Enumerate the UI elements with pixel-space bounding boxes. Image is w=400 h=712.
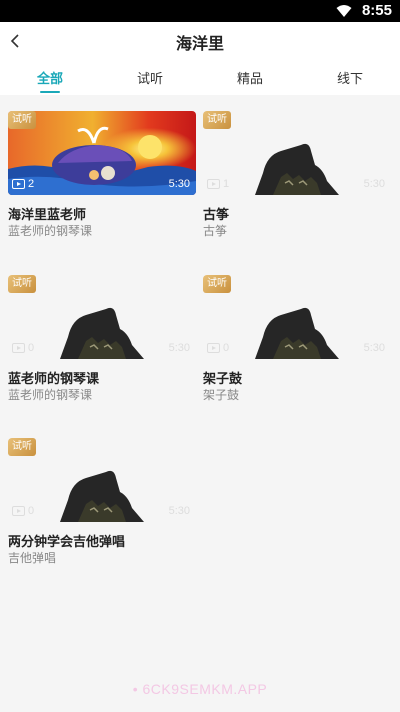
course-card[interactable]: 试听 1 5:30 古筝 古筝 bbox=[203, 111, 391, 271]
trial-badge: 试听 bbox=[8, 438, 36, 456]
video-duration: 5:30 bbox=[363, 342, 385, 354]
tab-offline[interactable]: 线下 bbox=[300, 68, 400, 87]
video-count-value: 0 bbox=[223, 342, 230, 354]
course-subtitle: 古筝 bbox=[203, 224, 228, 238]
course-subtitle: 蓝老师的钢琴课 bbox=[8, 224, 93, 238]
course-card[interactable]: 试听 0 5:30 蓝老师的钢琴课 蓝老师的钢琴课 bbox=[8, 275, 196, 435]
course-card[interactable]: 试听 2 5:30 海洋里蓝老师 蓝老师的钢琴课 bbox=[8, 111, 196, 271]
course-subtitle: 蓝老师的钢琴课 bbox=[8, 388, 93, 402]
tab-all[interactable]: 全部 bbox=[0, 68, 100, 87]
video-icon bbox=[12, 343, 25, 353]
course-thumbnail[interactable]: 试听 0 5:30 bbox=[203, 275, 391, 359]
video-count-value: 0 bbox=[28, 505, 35, 517]
video-duration: 5:30 bbox=[168, 505, 190, 517]
course-title[interactable]: 两分钟学会吉他弹唱 bbox=[8, 531, 125, 550]
course-title[interactable]: 古筝 bbox=[203, 204, 229, 223]
course-subtitle: 吉他弹唱 bbox=[8, 551, 57, 565]
course-card[interactable]: 试听 0 5:30 架子鼓 架子鼓 bbox=[203, 275, 391, 435]
course-thumbnail[interactable]: 试听 1 5:30 bbox=[203, 111, 391, 195]
trial-badge: 试听 bbox=[8, 275, 36, 293]
video-icon bbox=[207, 179, 220, 189]
course-thumbnail[interactable]: 试听 0 5:30 bbox=[8, 438, 196, 522]
tab-bar: 全部 试听 精品 线下 bbox=[0, 58, 400, 95]
trial-badge: 试听 bbox=[8, 111, 36, 129]
tab-premium[interactable]: 精品 bbox=[200, 68, 300, 87]
video-count: 1 bbox=[207, 178, 229, 190]
course-title[interactable]: 海洋里蓝老师 bbox=[8, 204, 86, 223]
tab-trial[interactable]: 试听 bbox=[100, 68, 200, 87]
course-card[interactable]: 试听 0 5:30 两分钟学会吉他弹唱 吉他弹唱 bbox=[8, 438, 196, 598]
wifi-icon bbox=[336, 5, 352, 17]
status-time: 8:55 bbox=[361, 2, 392, 19]
trial-badge: 试听 bbox=[203, 275, 231, 293]
page-title: 海洋里 bbox=[175, 36, 224, 53]
tab-indicator bbox=[40, 91, 60, 93]
video-count: 0 bbox=[207, 342, 229, 354]
video-icon bbox=[12, 506, 25, 516]
trial-badge: 试听 bbox=[203, 111, 231, 129]
video-duration: 5:30 bbox=[168, 178, 190, 190]
video-duration: 5:30 bbox=[168, 342, 190, 354]
video-count: 0 bbox=[12, 342, 34, 354]
course-thumbnail[interactable]: 试听 2 5:30 bbox=[8, 111, 196, 195]
video-count-value: 1 bbox=[223, 178, 230, 190]
course-title[interactable]: 架子鼓 bbox=[203, 368, 242, 387]
video-duration: 5:30 bbox=[363, 178, 385, 190]
status-bar: 8:55 bbox=[0, 0, 400, 22]
nav-bar: 海洋里 bbox=[0, 22, 400, 58]
course-title[interactable]: 蓝老师的钢琴课 bbox=[8, 368, 99, 387]
video-icon bbox=[12, 179, 25, 189]
watermark: • 6CK9SEMKM.APP bbox=[132, 681, 268, 697]
video-count-value: 2 bbox=[28, 178, 35, 190]
course-thumbnail[interactable]: 试听 0 5:30 bbox=[8, 275, 196, 359]
video-icon bbox=[207, 343, 220, 353]
video-count: 0 bbox=[12, 505, 34, 517]
video-count: 2 bbox=[12, 178, 34, 190]
course-subtitle: 架子鼓 bbox=[203, 388, 240, 402]
video-count-value: 0 bbox=[28, 342, 35, 354]
